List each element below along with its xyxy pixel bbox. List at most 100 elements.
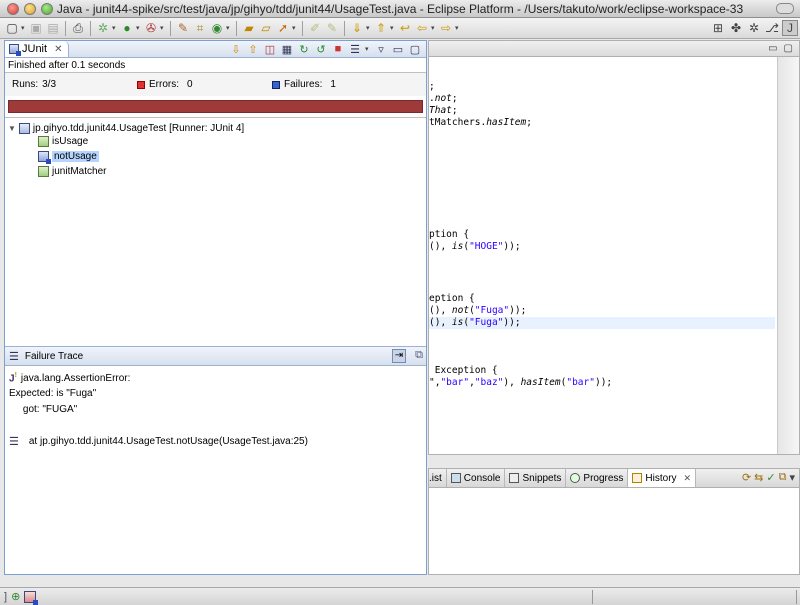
- run-dropdown-icon[interactable]: ▾: [136, 24, 142, 32]
- search-icon[interactable]: ➚: [275, 20, 291, 36]
- search-dropdown-icon[interactable]: ▾: [292, 24, 298, 32]
- new-class-icon[interactable]: ◉: [209, 20, 225, 36]
- perspective-switcher: ⊞ ✤ ✲ ⎇ J: [710, 20, 798, 36]
- print-icon[interactable]: ⎙: [70, 20, 86, 36]
- minimize-view-icon[interactable]: ▭: [391, 42, 405, 56]
- debug-icon[interactable]: ✲: [95, 20, 111, 36]
- compare-result-icon[interactable]: ⧉: [415, 349, 423, 362]
- close-icon[interactable]: ✕: [684, 473, 692, 484]
- external-tools-dropdown-icon[interactable]: ▾: [160, 24, 166, 32]
- show-failures-only-icon[interactable]: ◫: [263, 42, 277, 56]
- view-menu-icon[interactable]: ▾: [789, 471, 795, 484]
- last-edit-location-icon[interactable]: ↩: [397, 20, 413, 36]
- trace-line[interactable]: Expected: is "Fuga": [9, 388, 96, 399]
- new-package-icon[interactable]: ⌗: [192, 20, 208, 36]
- open-type-icon[interactable]: ▰: [241, 20, 257, 36]
- code-line[interactable]: That;: [429, 105, 458, 117]
- zoom-window-button[interactable]: [41, 2, 53, 15]
- compare-icon[interactable]: ⧉: [779, 471, 787, 484]
- tree-row-test[interactable]: isUsage: [38, 134, 88, 148]
- rerun-failed-first-icon[interactable]: ↺: [314, 42, 328, 56]
- code-line[interactable]: .not;: [429, 93, 458, 105]
- scroll-lock-icon[interactable]: ▦: [280, 42, 294, 56]
- test-run-history-icon[interactable]: ☰: [348, 42, 362, 56]
- save-icon[interactable]: ▣: [28, 20, 44, 36]
- editor-overview-ruler[interactable]: [777, 57, 799, 454]
- maximize-editor-icon[interactable]: ▢: [784, 43, 793, 54]
- tree-row-test[interactable]: notUsage: [38, 149, 99, 164]
- external-tools-icon[interactable]: ✇: [143, 20, 159, 36]
- history-view-actions: ⟳ ⇆ ✓ ⧉ ▾: [742, 471, 795, 484]
- tab-console[interactable]: Console: [447, 469, 506, 487]
- close-window-button[interactable]: [7, 2, 19, 15]
- trace-line[interactable]: J! java.lang.AssertionError:: [9, 372, 130, 384]
- view-menu-icon[interactable]: ▿: [374, 42, 388, 56]
- tab-progress[interactable]: Progress: [566, 469, 629, 487]
- code-area[interactable]: ; .not; That; tMatchers.hasItem; ption {(), …: [429, 57, 775, 454]
- open-resource-icon[interactable]: ▱: [258, 20, 274, 36]
- java-perspective-icon[interactable]: J: [782, 20, 798, 36]
- pin-icon[interactable]: ✓: [766, 471, 775, 484]
- tree-row-test[interactable]: junitMatcher: [38, 164, 106, 178]
- svn-perspective-icon[interactable]: ✤: [728, 20, 744, 36]
- filter-stack-trace-icon[interactable]: ⇥: [392, 349, 406, 363]
- trace-line[interactable]: got: "FUGA": [9, 404, 77, 415]
- forward-icon[interactable]: ⇨: [438, 20, 454, 36]
- minimize-editor-icon[interactable]: ▭: [768, 43, 777, 54]
- team-perspective-icon[interactable]: ⎇: [764, 20, 780, 36]
- failures-label: Failures:: [284, 79, 323, 90]
- save-all-icon[interactable]: ▤: [45, 20, 61, 36]
- fast-view-bar-icon[interactable]: ]: [4, 591, 7, 603]
- stop-icon[interactable]: ■: [331, 42, 345, 56]
- debug-dropdown-icon[interactable]: ▾: [112, 24, 118, 32]
- show-view-icon[interactable]: ⊕: [11, 590, 20, 603]
- code-line[interactable]: Exception {: [429, 365, 498, 377]
- debug-perspective-icon[interactable]: ✲: [746, 20, 762, 36]
- previous-annotation-icon[interactable]: ⇑: [373, 20, 389, 36]
- junit-fast-view-icon[interactable]: [24, 590, 39, 605]
- run-icon[interactable]: ●: [119, 20, 135, 36]
- tab-list[interactable]: .ist: [429, 469, 447, 487]
- previous-annotation-dropdown-icon[interactable]: ▾: [390, 24, 396, 32]
- failure-trace-header: ☰ Failure Trace ⇥ ⧉: [5, 346, 426, 366]
- minimize-window-button[interactable]: [24, 2, 36, 15]
- code-line[interactable]: tMatchers.hasItem;: [429, 117, 532, 129]
- errors-counter: Errors: 0: [137, 79, 272, 90]
- code-line[interactable]: ","bar","baz"), hasItem("bar"));: [429, 377, 612, 389]
- next-annotation-icon[interactable]: ⇓: [349, 20, 365, 36]
- back-dropdown-icon[interactable]: ▾: [431, 24, 437, 32]
- close-icon[interactable]: ✕: [54, 44, 62, 55]
- toggle-whitespace-icon[interactable]: ✎: [324, 20, 340, 36]
- forward-dropdown-icon[interactable]: ▾: [455, 24, 461, 32]
- code-line[interactable]: (), is("Fuga"));: [429, 317, 775, 329]
- toggle-mark-icon[interactable]: ✐: [307, 20, 323, 36]
- tab-junit[interactable]: JUnit ✕: [5, 41, 70, 57]
- code-line[interactable]: ;: [429, 81, 435, 93]
- refresh-icon[interactable]: ⟳: [742, 471, 751, 484]
- trace-line[interactable]: ☰ at jp.gihyo.tdd.junit44.UsageTest.notU…: [9, 435, 308, 448]
- tab-history[interactable]: History ✕: [628, 469, 697, 487]
- code-line[interactable]: ption {: [429, 229, 469, 241]
- code-line[interactable]: (), is("HOGE"));: [429, 241, 521, 253]
- rerun-test-icon[interactable]: ↻: [297, 42, 311, 56]
- new-dropdown-icon[interactable]: ▾: [21, 24, 27, 32]
- tree-row-suite[interactable]: ▼ jp.gihyo.tdd.junit44.UsageTest [Runner…: [8, 121, 244, 135]
- code-token: (),: [429, 317, 452, 328]
- next-failure-icon[interactable]: ⇩: [229, 42, 243, 56]
- code-line[interactable]: eption {: [429, 293, 475, 305]
- open-perspective-icon[interactable]: ⊞: [710, 20, 726, 36]
- previous-failure-icon[interactable]: ⇧: [246, 42, 260, 56]
- tab-snippets[interactable]: Snippets: [505, 469, 567, 487]
- code-line[interactable]: (), not("Fuga"));: [429, 305, 526, 317]
- new-java-project-icon[interactable]: ✎: [175, 20, 191, 36]
- trace-text: Expected: is "Fuga": [9, 388, 97, 399]
- next-annotation-dropdown-icon[interactable]: ▾: [366, 24, 372, 32]
- link-with-editor-icon[interactable]: ⇆: [754, 471, 763, 484]
- history-dropdown-icon[interactable]: ▾: [365, 45, 371, 53]
- expand-triangle-icon[interactable]: ▼: [8, 124, 16, 133]
- back-icon[interactable]: ⇦: [414, 20, 430, 36]
- toolbar-toggle-button[interactable]: [776, 3, 794, 14]
- new-icon[interactable]: ▢: [4, 20, 20, 36]
- new-class-dropdown-icon[interactable]: ▾: [226, 24, 232, 32]
- maximize-view-icon[interactable]: ▢: [408, 42, 422, 56]
